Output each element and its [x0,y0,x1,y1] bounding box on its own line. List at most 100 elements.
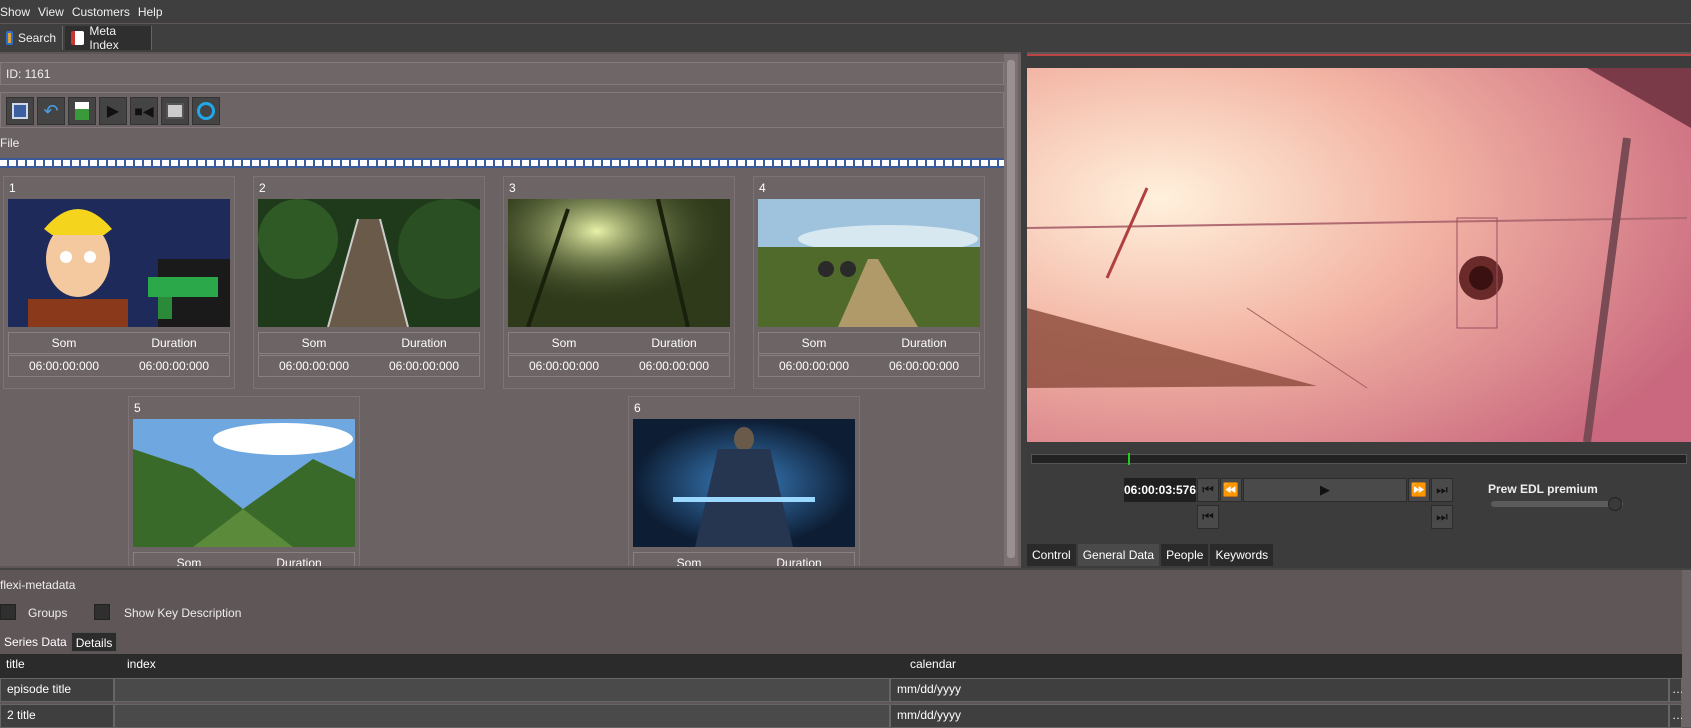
menu-help[interactable]: Help [138,5,163,19]
tab-control[interactable]: Control [1027,544,1076,566]
clip-card[interactable]: 5 Som Duration [128,396,360,566]
row-calendar-field[interactable]: mm/dd/yyyy [890,678,1669,702]
clip-number: 4 [759,181,766,195]
menu-view[interactable]: View [38,5,64,19]
som-label: Som [176,556,202,566]
show-key-description-checkbox[interactable] [94,604,110,620]
clip-header-row: Som Duration [508,332,730,354]
calendar-picker-button[interactable]: … [1669,678,1684,702]
row-index-field[interactable] [114,704,890,728]
step-back-button[interactable]: ⏮ [1197,505,1219,529]
som-label: Som [301,336,327,350]
clip-card[interactable]: 2 Som Duration 06:00:00:000 06:00:00:000 [253,176,485,389]
duration-label: Duration [901,336,947,350]
duration-value: 06:00:00:000 [138,359,210,373]
tab-search-label: Search [17,31,56,45]
tab-keywords[interactable]: Keywords [1210,544,1274,566]
step-back-icon: ⏮ [1202,509,1214,524]
column-calendar[interactable]: calendar [904,654,1674,678]
clip-panel-scrollbar[interactable] [1004,54,1018,566]
clip-header-row: Som Duration [758,332,980,354]
scrollbar-thumb[interactable] [1007,60,1015,558]
duration-label: Duration [651,336,697,350]
row-title-cell: episode title [0,678,114,702]
player-panel: 06:00:03:576 ⏮ ⏪ ▶ ⏩ ⏭ ⏮ ⏭ Prew EDL prem… [1027,54,1691,568]
clip-panel: ID: 1161 ↶ ▶ ■◀ File 1 Som Duration 06:00:0… [0,54,1021,566]
metadata-scrollbar[interactable] [1682,570,1691,727]
som-value: 06:00:00:000 [778,359,850,373]
app-tab-bar: Search Meta Index [0,24,1691,52]
clip-grid: 1 Som Duration 06:00:00:000 06:00:00:000 2 Som… [0,54,1004,566]
timeline-bar[interactable] [1031,453,1687,465]
player-tabs: Control General Data People Keywords [1027,544,1275,566]
clip-card[interactable]: 1 Som Duration 06:00:00:000 06:00:00:000 [3,176,235,389]
clip-thumbnail[interactable] [258,199,480,327]
clip-value-row: 06:00:00:000 06:00:00:000 [758,355,980,377]
clip-value-row: 06:00:00:000 06:00:00:000 [508,355,730,377]
calendar-picker-button[interactable]: … [1669,704,1684,728]
clip-value-row: 06:00:00:000 06:00:00:000 [8,355,230,377]
clip-thumbnail[interactable] [8,199,230,327]
menu-show[interactable]: Show [0,5,30,19]
clip-header-row: Som Duration [633,552,855,566]
duration-label: Duration [776,556,822,566]
clip-thumbnail[interactable] [633,419,855,547]
skip-end-icon: ⏭ [1436,482,1448,497]
som-label: Som [801,336,827,350]
rewind-icon: ⏪ [1222,482,1240,497]
clip-number: 2 [259,181,266,195]
metadata-panel: flexi-metadata Groups Show Key Descripti… [0,568,1691,728]
step-forward-button[interactable]: ⏭ [1431,505,1453,529]
timecode-display: 06:00:03:576 [1124,478,1196,502]
som-label: Som [676,556,702,566]
clip-card[interactable]: 3 Som Duration 06:00:00:000 06:00:00:000 [503,176,735,389]
skip-start-button[interactable]: ⏮ [1197,478,1219,502]
duration-value: 06:00:00:000 [638,359,710,373]
video-preview[interactable] [1027,68,1691,442]
play-icon: ▶ [1320,482,1330,497]
play-pause-button[interactable]: ▶ [1243,478,1407,502]
tab-general-data[interactable]: General Data [1077,544,1160,566]
column-index[interactable]: index [121,654,891,678]
tab-search[interactable]: Search [0,26,63,50]
duration-value: 06:00:00:000 [888,359,960,373]
tab-people[interactable]: People [1161,544,1209,566]
grid-header-row: title index calendar [0,654,1682,678]
duration-label: Duration [401,336,447,350]
groups-checkbox[interactable] [0,604,16,620]
video-frame-image [1027,68,1691,442]
show-key-description-label: Show Key Description [124,606,242,620]
tab-series-data[interactable]: Series Data [0,632,71,652]
edl-slider-knob[interactable] [1608,497,1623,511]
menu-customers[interactable]: Customers [72,5,130,19]
skip-end-button[interactable]: ⏭ [1431,478,1453,502]
playhead-marker[interactable] [1127,453,1130,465]
clip-thumbnail[interactable] [758,199,980,327]
tab-meta-index[interactable]: Meta Index [65,24,152,52]
fast-forward-button[interactable]: ⏩ [1408,478,1430,502]
clip-number: 1 [9,181,16,195]
som-label: Som [51,336,77,350]
duration-label: Duration [151,336,197,350]
som-value: 06:00:00:000 [528,359,600,373]
clip-header-row: Som Duration [133,552,355,566]
fast-forward-icon: ⏩ [1410,482,1428,497]
som-label: Som [551,336,577,350]
row-calendar-field[interactable]: mm/dd/yyyy [890,704,1669,728]
clip-card[interactable]: 4 Som Duration 06:00:00:000 06:00:00:000 [753,176,985,389]
clip-thumbnail[interactable] [508,199,730,327]
table-row: episode title mm/dd/yyyy … [0,678,1684,702]
row-index-field[interactable] [114,678,890,702]
tab-details[interactable]: Details [70,632,118,652]
clip-thumbnail[interactable] [133,419,355,547]
rewind-button[interactable]: ⏪ [1220,478,1242,502]
duration-label: Duration [276,556,322,566]
duration-value: 06:00:00:000 [388,359,460,373]
clip-number: 5 [134,401,141,415]
groups-label: Groups [28,606,68,620]
tab-meta-index-label: Meta Index [89,24,119,52]
edl-slider[interactable] [1491,497,1623,511]
clip-header-row: Som Duration [8,332,230,354]
column-title[interactable]: title [0,654,114,678]
clip-card[interactable]: 6 Som Duration [628,396,860,566]
